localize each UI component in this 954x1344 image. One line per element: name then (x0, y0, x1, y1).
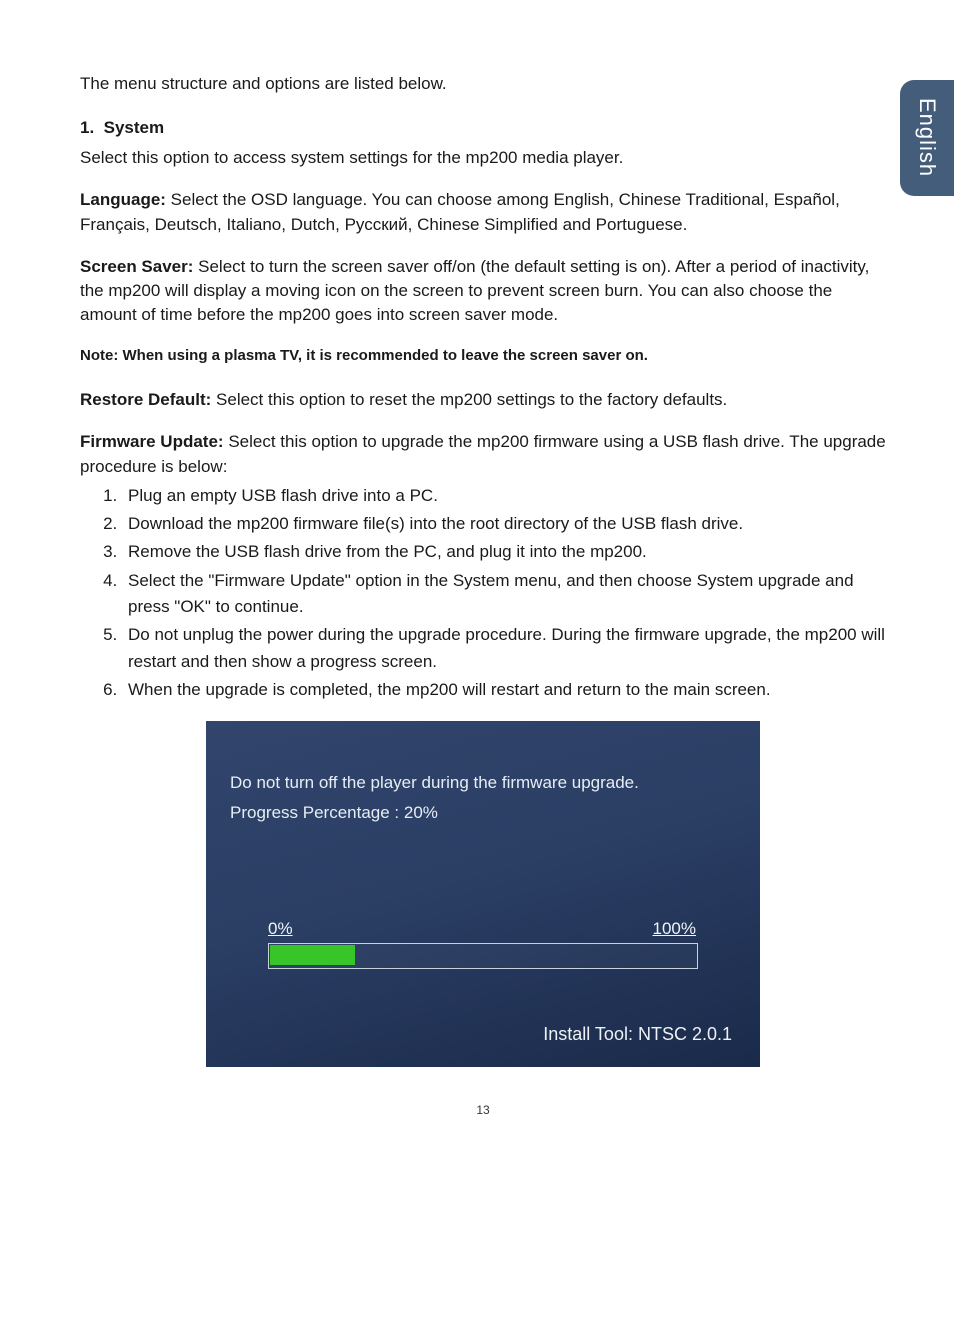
list-item: Remove the USB flash drive from the PC, … (122, 539, 886, 565)
restore-paragraph: Restore Default: Select this option to r… (80, 388, 886, 412)
firmware-paragraph: Firmware Update: Select this option to u… (80, 430, 886, 478)
list-item: Select the "Firmware Update" option in t… (122, 568, 886, 621)
fw-progress-text: Progress Percentage : 20% (230, 803, 438, 823)
language-side-tab: English (900, 80, 954, 196)
language-paragraph: Language: Select the OSD language. You c… (80, 188, 886, 236)
screensaver-label: Screen Saver: (80, 257, 193, 276)
fw-progress-area: 0% 100% (268, 919, 696, 969)
firmware-label: Firmware Update: (80, 432, 224, 451)
section-heading: 1. System (80, 116, 886, 140)
list-item: When the upgrade is completed, the mp200… (122, 677, 886, 703)
fw-progress-bar (268, 943, 698, 969)
language-body: Select the OSD language. You can choose … (80, 190, 840, 233)
fw-zero-label: 0% (268, 919, 293, 939)
fw-warning-text: Do not turn off the player during the fi… (230, 773, 639, 793)
fw-bar-labels: 0% 100% (268, 919, 696, 939)
section-lead: Select this option to access system sett… (80, 146, 886, 170)
screensaver-body: Select to turn the screen saver off/on (… (80, 257, 869, 324)
language-label: Language: (80, 190, 166, 209)
screensaver-paragraph: Screen Saver: Select to turn the screen … (80, 255, 886, 327)
intro-text: The menu structure and options are liste… (80, 72, 886, 96)
restore-label: Restore Default: (80, 390, 211, 409)
procedure-list: Plug an empty USB flash drive into a PC.… (100, 483, 886, 704)
list-item: Do not unplug the power during the upgra… (122, 622, 886, 675)
section-title-text: System (104, 118, 164, 137)
list-item: Plug an empty USB flash drive into a PC. (122, 483, 886, 509)
side-tab-label: English (914, 98, 940, 177)
firmware-upgrade-screen: Do not turn off the player during the fi… (206, 721, 760, 1067)
plasma-note: Note: When using a plasma TV, it is reco… (80, 345, 886, 366)
fw-progress-fill (270, 945, 355, 965)
fw-hundred-label: 100% (653, 919, 696, 939)
section-number: 1. (80, 118, 94, 137)
list-item: Download the mp200 firmware file(s) into… (122, 511, 886, 537)
fw-install-tool-text: Install Tool: NTSC 2.0.1 (543, 1024, 732, 1045)
firmware-screenshot-wrap: Do not turn off the player during the fi… (80, 721, 886, 1067)
restore-body: Select this option to reset the mp200 se… (211, 390, 727, 409)
page-number: 13 (80, 1103, 886, 1117)
